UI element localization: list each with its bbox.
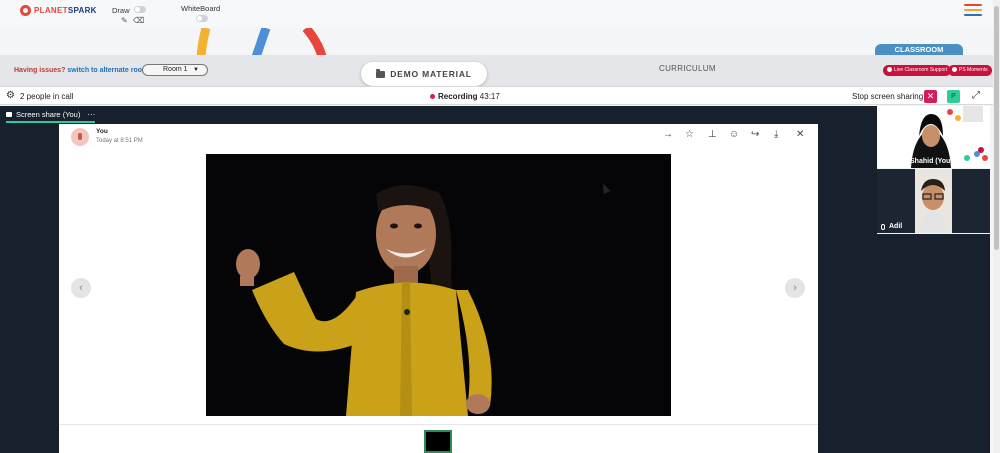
folder-icon: [376, 68, 386, 78]
mic-icon: [881, 158, 885, 165]
screen-share-label: Screen share (You): [16, 110, 81, 119]
issues-text: Having issues? switch to alternate room: [14, 67, 148, 74]
ps-moments-label: PS Moments: [959, 67, 988, 73]
scrollbar-thumb[interactable]: [994, 6, 999, 250]
logo-mark-icon: [20, 5, 31, 16]
draw-label: Draw: [112, 6, 130, 15]
next-image-button[interactable]: ›: [785, 278, 805, 298]
message-timestamp: Today at 8:51 PM: [96, 138, 143, 144]
mic-icon: [881, 223, 885, 230]
support-icon: [887, 67, 892, 72]
screen-share-tab[interactable]: Screen share (You) ···: [6, 109, 96, 123]
monitor-icon: [6, 112, 12, 117]
star-icon[interactable]: ☆: [685, 130, 694, 140]
draw-toggle[interactable]: [134, 6, 146, 13]
room-select-value: Room 1: [163, 66, 188, 73]
demo-material-button[interactable]: DEMO MATERIAL: [361, 62, 487, 86]
emoji-icon[interactable]: ☺: [729, 130, 739, 140]
recording-dot-icon: [430, 94, 435, 99]
ps-moments-button[interactable]: PS Moments: [948, 65, 992, 76]
recording-label: Recording: [438, 92, 478, 101]
chevron-down-icon: ▼: [193, 67, 199, 73]
call-bar: ⚙ 2 people in call Recording 43:17 Stop …: [0, 86, 998, 105]
brand-name-a: PLANET: [34, 6, 68, 15]
eraser-icon[interactable]: ⌫: [133, 16, 144, 25]
expand-icon[interactable]: ⤢: [972, 90, 980, 101]
shared-photo: [206, 154, 671, 416]
pencil-icon[interactable]: ✎: [121, 16, 128, 25]
issues-label: Having issues?: [14, 67, 66, 74]
participant-name-zahra: Zahra Shahid (You): [881, 158, 953, 165]
classroom-bar: Having issues? switch to alternate room …: [0, 55, 1000, 86]
pin-icon[interactable]: ⊥: [708, 130, 717, 140]
whiteboard-toggle[interactable]: [196, 15, 208, 22]
participant-label: Adil: [889, 223, 903, 230]
image-viewer: You Today at 8:51 PM → ☆ ⊥ ☺ ↪ ⤓ ✕ ‹ ›: [59, 124, 818, 453]
hamburger-menu-icon[interactable]: [964, 4, 982, 19]
participant-name-adil: Adil: [881, 223, 902, 230]
switch-room-link[interactable]: switch to alternate room: [67, 67, 148, 74]
share-icon[interactable]: ↪: [751, 130, 759, 140]
whiteboard-label: WhiteBoard: [181, 4, 221, 13]
thumbnail-item[interactable]: [424, 430, 452, 453]
recording-time: 43:17: [479, 92, 500, 101]
camera-icon: [952, 67, 957, 72]
avatar: [71, 128, 89, 146]
thumbnail-divider: [59, 424, 818, 425]
p-button[interactable]: P: [947, 90, 960, 103]
live-support-button[interactable]: Live Classroom Support: [883, 65, 952, 76]
more-options-icon[interactable]: ···: [87, 110, 95, 119]
recording-status: Recording 43:17: [430, 92, 500, 101]
participant-tile-zahra[interactable]: Zahra Shahid (You): [877, 106, 990, 168]
arrow-right-icon[interactable]: →: [663, 130, 673, 140]
close-icon[interactable]: ✕: [796, 130, 804, 140]
people-count: 2 people in call: [20, 92, 74, 101]
participant-label: Zahra Shahid (You): [889, 158, 953, 165]
brand-name-b: SPARK: [67, 6, 97, 15]
gear-icon[interactable]: ⚙: [6, 91, 15, 101]
top-bar: PLANETSPARK Draw ✎ ⌫ WhiteBoard: [0, 0, 1000, 28]
previous-image-button[interactable]: ‹: [71, 278, 91, 298]
demo-material-label: DEMO MATERIAL: [390, 69, 472, 79]
sender-name: You: [96, 128, 108, 135]
download-icon[interactable]: ⤓: [774, 130, 778, 140]
stop-sharing-label: Stop screen sharing: [852, 92, 924, 101]
curriculum-link[interactable]: CURRICULUM: [659, 64, 716, 73]
room-select[interactable]: Room 1 ▼: [142, 64, 208, 76]
planetspark-logo[interactable]: PLANETSPARK: [20, 5, 97, 16]
stop-sharing-button[interactable]: ✕: [924, 90, 937, 103]
participant-panel-empty: [877, 234, 990, 453]
page-scrollbar[interactable]: [993, 0, 1000, 453]
participant-tile-adil[interactable]: Adil: [877, 169, 990, 233]
live-support-label: Live Classroom Support: [894, 67, 948, 73]
